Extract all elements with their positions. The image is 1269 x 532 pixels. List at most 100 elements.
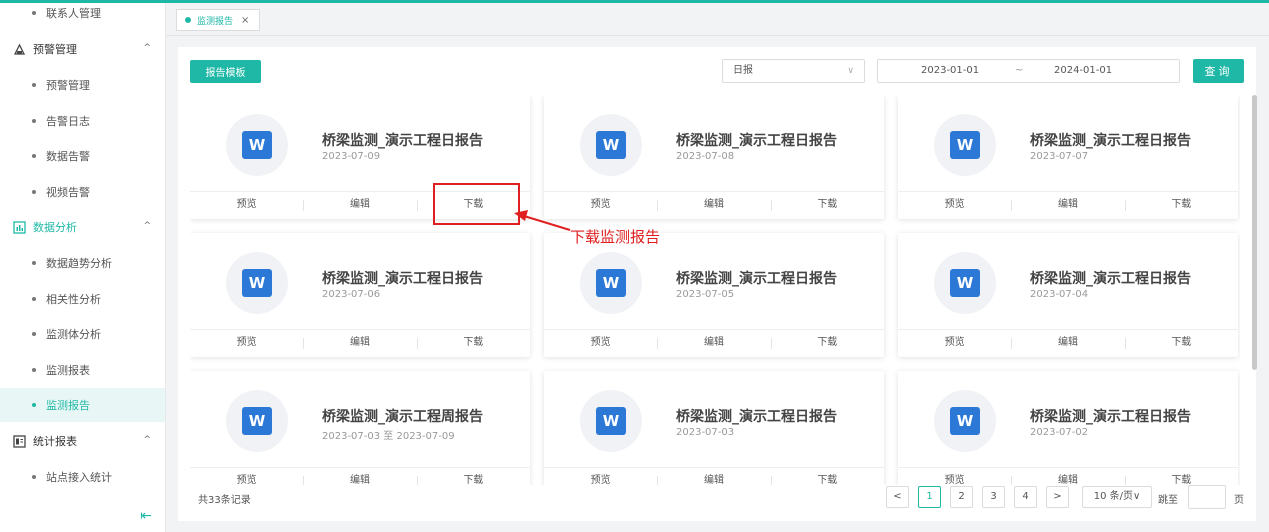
tab-monitoring-report[interactable]: 监测报告 × bbox=[176, 9, 260, 31]
scrollbar[interactable] bbox=[1252, 95, 1257, 370]
page-button-1[interactable]: 1 bbox=[918, 486, 941, 508]
jump-page-input[interactable] bbox=[1188, 485, 1226, 509]
edit-button[interactable]: 编辑 bbox=[657, 468, 770, 485]
file-icon-wrap: W bbox=[226, 114, 288, 176]
edit-button[interactable]: 编辑 bbox=[657, 192, 770, 219]
download-button[interactable]: 下载 bbox=[1124, 468, 1238, 485]
tab-label: 监测报告 bbox=[197, 16, 234, 27]
date-range-picker[interactable]: 2023-01-01 ~ 2024-01-01 bbox=[877, 59, 1180, 83]
sidebar-group[interactable]: 数据分析 ^ bbox=[0, 210, 165, 244]
edit-button[interactable]: 编辑 bbox=[657, 330, 770, 357]
sidebar-item-label: 预警管理 bbox=[46, 79, 90, 92]
chart-icon bbox=[12, 220, 26, 234]
sidebar-item[interactable]: 联系人管理 bbox=[0, 0, 165, 30]
report-card: W 桥梁监测_演示工程日报告 2023-07-07 预览 编辑 下载 bbox=[898, 95, 1238, 219]
edit-button[interactable]: 编辑 bbox=[303, 192, 416, 219]
preview-button[interactable]: 预览 bbox=[898, 330, 1011, 357]
bullet-icon bbox=[32, 11, 36, 15]
prev-page-button[interactable]: < bbox=[886, 486, 909, 508]
download-button[interactable]: 下载 bbox=[416, 330, 530, 357]
sidebar-item-label: 统计报表 bbox=[33, 435, 77, 448]
preview-button[interactable]: 预览 bbox=[190, 330, 303, 357]
download-button[interactable]: 下载 bbox=[1124, 330, 1238, 357]
report-icon bbox=[12, 434, 26, 448]
close-icon[interactable]: × bbox=[241, 15, 249, 26]
annotation-highlight-box bbox=[433, 183, 520, 225]
report-title: 桥梁监测_演示工程日报告 bbox=[676, 133, 837, 149]
date-end[interactable]: 2024-01-01 bbox=[1054, 65, 1112, 76]
report-type-value: 日报 bbox=[733, 65, 753, 76]
page-button-3[interactable]: 3 bbox=[982, 486, 1005, 508]
sidebar-item[interactable]: 监测体分析 bbox=[0, 317, 165, 351]
edit-button[interactable]: 编辑 bbox=[1011, 468, 1124, 485]
sidebar-item[interactable]: 站点接入统计 bbox=[0, 460, 165, 494]
sidebar-item[interactable]: 监测报告 bbox=[0, 388, 165, 422]
tab-bar: 监测报告 × bbox=[166, 3, 1269, 36]
report-date: 2023-07-08 bbox=[676, 151, 735, 162]
file-icon-wrap: W bbox=[580, 252, 642, 314]
sidebar-item[interactable]: 告警日志 bbox=[0, 104, 165, 138]
card-actions: 预览 编辑 下载 bbox=[898, 467, 1238, 485]
preview-button[interactable]: 预览 bbox=[544, 330, 657, 357]
page-size-select[interactable]: 10 条/页∨ bbox=[1082, 486, 1152, 508]
download-button[interactable]: 下载 bbox=[770, 468, 884, 485]
edit-button[interactable]: 编辑 bbox=[303, 330, 416, 357]
sidebar-group[interactable]: 统计报表 ^ bbox=[0, 424, 165, 458]
preview-button[interactable]: 预览 bbox=[898, 468, 1011, 485]
report-template-button[interactable]: 报告模板 bbox=[190, 60, 261, 83]
query-button[interactable]: 查询 bbox=[1193, 59, 1244, 83]
sidebar-item[interactable]: 数据趋势分析 bbox=[0, 246, 165, 280]
preview-button[interactable]: 预览 bbox=[190, 192, 303, 219]
preview-button[interactable]: 预览 bbox=[544, 468, 657, 485]
word-file-icon: W bbox=[242, 131, 272, 159]
word-file-icon: W bbox=[950, 269, 980, 297]
edit-button[interactable]: 编辑 bbox=[1011, 330, 1124, 357]
report-date: 2023-07-02 bbox=[1030, 427, 1089, 438]
download-button[interactable]: 下载 bbox=[416, 468, 530, 485]
file-icon-wrap: W bbox=[934, 252, 996, 314]
report-card: W 桥梁监测_演示工程日报告 2023-07-06 预览 编辑 下载 bbox=[190, 233, 530, 357]
date-start[interactable]: 2023-01-01 bbox=[921, 65, 979, 76]
sidebar-item[interactable]: 预警管理 bbox=[0, 68, 165, 102]
card-actions: 预览 编辑 下载 bbox=[544, 329, 884, 357]
report-card: W 桥梁监测_演示工程周报告 2023-07-03 至 2023-07-09 预览 编辑… bbox=[190, 371, 530, 485]
card-actions: 预览 编辑 下载 bbox=[544, 467, 884, 485]
report-title: 桥梁监测_演示工程日报告 bbox=[1030, 409, 1191, 425]
sidebar-item-label: 监测报表 bbox=[46, 364, 90, 377]
report-type-select[interactable]: 日报 ∨ bbox=[722, 59, 865, 83]
preview-button[interactable]: 预览 bbox=[898, 192, 1011, 219]
report-date: 2023-07-04 bbox=[1030, 289, 1089, 300]
edit-button[interactable]: 编辑 bbox=[1011, 192, 1124, 219]
sidebar-group[interactable]: 预警管理 ^ bbox=[0, 32, 165, 66]
annotation-arrow-icon bbox=[514, 210, 571, 231]
alarm-icon bbox=[12, 42, 26, 56]
page-label: 页 bbox=[1234, 495, 1244, 506]
card-actions: 预览 编辑 下载 bbox=[544, 191, 884, 219]
report-date: 2023-07-07 bbox=[1030, 151, 1089, 162]
download-button[interactable]: 下载 bbox=[770, 330, 884, 357]
download-button[interactable]: 下载 bbox=[1124, 192, 1238, 219]
annotation-text: 下载监测报告 bbox=[570, 228, 661, 246]
sidebar-item[interactable]: 相关性分析 bbox=[0, 282, 165, 316]
sidebar-item-label: 监测体分析 bbox=[46, 328, 101, 341]
sidebar-item[interactable]: 视频告警 bbox=[0, 175, 165, 209]
sidebar: 站点接入统计 统计报表 ^ 监测报告 监测报表 监测体分析 相关性分析 数据趋势分析 数据分析 ^… bbox=[0, 3, 166, 532]
report-title: 桥梁监测_演示工程日报告 bbox=[676, 271, 837, 287]
page-button-4[interactable]: 4 bbox=[1014, 486, 1037, 508]
card-actions: 预览 编辑 下载 bbox=[898, 191, 1238, 219]
collapse-menu-icon[interactable]: ⇤ bbox=[138, 508, 154, 524]
chevron-down-icon: ∨ bbox=[847, 66, 854, 76]
next-page-button[interactable]: > bbox=[1046, 486, 1069, 508]
edit-button[interactable]: 编辑 bbox=[303, 468, 416, 485]
sidebar-item[interactable]: 数据告警 bbox=[0, 139, 165, 173]
date-separator: ~ bbox=[1015, 65, 1024, 76]
word-file-icon: W bbox=[950, 131, 980, 159]
report-card: W 桥梁监测_演示工程日报告 2023-07-05 预览 编辑 下载 bbox=[544, 233, 884, 357]
preview-button[interactable]: 预览 bbox=[190, 468, 303, 485]
page-button-2[interactable]: 2 bbox=[950, 486, 973, 508]
download-button[interactable]: 下载 bbox=[770, 192, 884, 219]
bullet-icon bbox=[32, 83, 36, 87]
report-title: 桥梁监测_演示工程日报告 bbox=[1030, 133, 1191, 149]
sidebar-item-label: 告警日志 bbox=[46, 115, 90, 128]
sidebar-item[interactable]: 监测报表 bbox=[0, 353, 165, 387]
